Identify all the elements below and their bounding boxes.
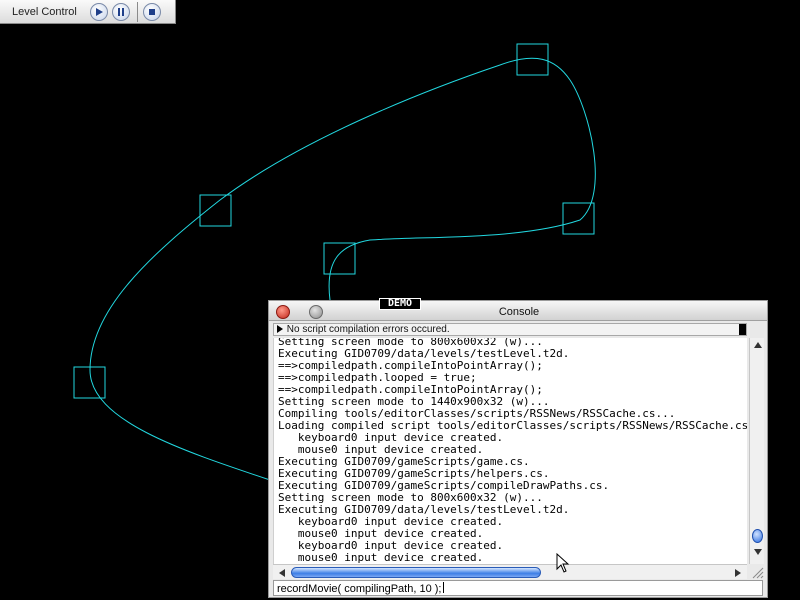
pause-button[interactable] xyxy=(112,2,130,21)
status-indicator xyxy=(739,324,746,335)
demo-badge: DEMO xyxy=(379,298,421,310)
path-node[interactable] xyxy=(323,242,356,275)
arrow-left-icon xyxy=(279,568,285,577)
stop-button[interactable] xyxy=(143,2,161,21)
console-window: Console No script compilation errors occ… xyxy=(268,300,768,598)
play-icon xyxy=(96,7,103,16)
path-node[interactable] xyxy=(73,366,106,399)
arrow-right-icon xyxy=(735,568,741,577)
console-titlebar[interactable]: Console xyxy=(269,301,767,321)
arrow-up-icon xyxy=(753,342,762,348)
scroll-right-button[interactable] xyxy=(731,565,745,580)
text-caret xyxy=(443,582,445,593)
expand-triangle-icon[interactable] xyxy=(277,325,284,333)
level-control-toolbar: Level Control xyxy=(0,0,176,24)
close-button[interactable] xyxy=(276,305,290,319)
vertical-scroll-thumb[interactable] xyxy=(752,529,763,543)
horizontal-scroll-thumb[interactable] xyxy=(291,567,541,578)
toolbar-separator xyxy=(137,1,138,22)
resize-grip-icon xyxy=(752,567,764,579)
scroll-down-button[interactable] xyxy=(750,545,765,559)
level-control-title: Level Control xyxy=(12,5,77,18)
stop-icon xyxy=(149,8,155,15)
arrow-down-icon xyxy=(753,549,762,555)
play-button[interactable] xyxy=(90,2,108,21)
console-title: Console xyxy=(498,306,540,318)
mouse-cursor-icon xyxy=(556,553,570,573)
scroll-up-button[interactable] xyxy=(750,338,765,352)
minimize-button[interactable] xyxy=(309,305,323,319)
log-line: mouse0 input device created. xyxy=(278,551,484,564)
resize-grip[interactable] xyxy=(749,564,764,579)
status-text: No script compilation errors occured. xyxy=(286,324,450,335)
vertical-scrollbar[interactable] xyxy=(749,338,764,564)
pause-icon xyxy=(118,7,124,16)
path-node[interactable] xyxy=(199,194,232,227)
command-text: recordMovie( compilingPath, 10 ); xyxy=(277,583,442,595)
command-input[interactable]: recordMovie( compilingPath, 10 ); xyxy=(273,580,763,596)
compilation-status: No script compilation errors occured. xyxy=(273,323,747,336)
horizontal-scrollbar[interactable] xyxy=(273,564,747,579)
console-log[interactable]: Setting screen mode to 800x600x32 (w)...… xyxy=(273,338,747,564)
scroll-left-button[interactable] xyxy=(275,565,289,580)
